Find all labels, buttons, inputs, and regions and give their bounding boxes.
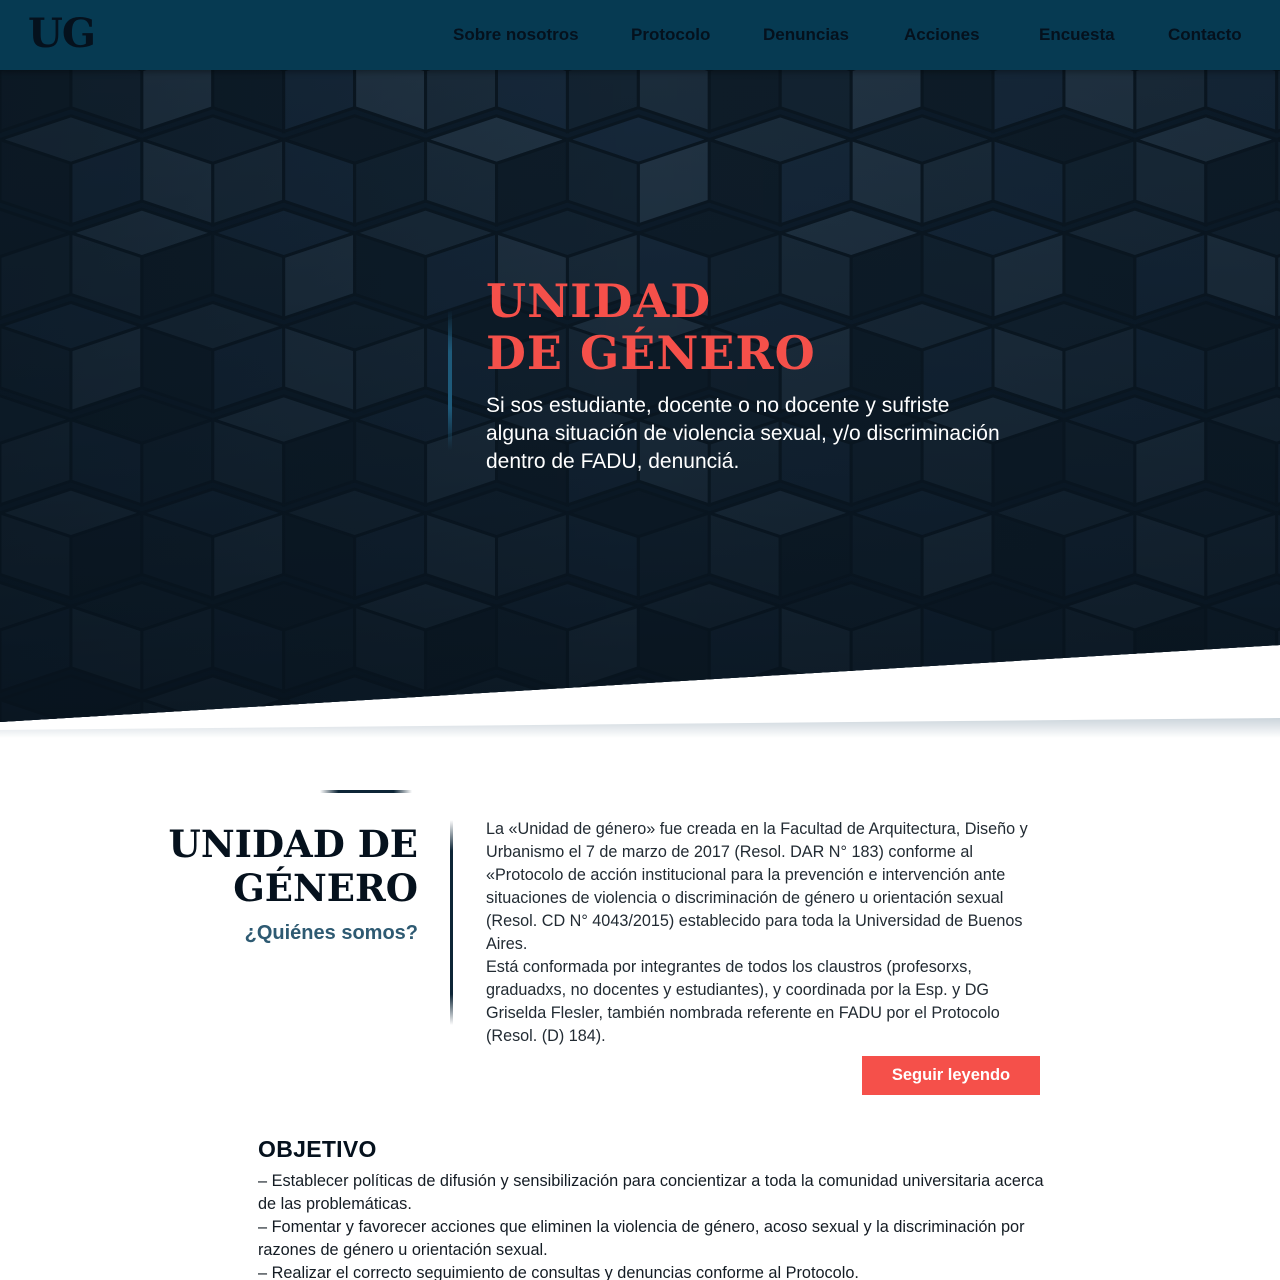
cube-face: [704, 674, 856, 722]
objective-list: – Establecer políticas de difusión y sen…: [258, 1170, 1048, 1280]
cube-face: [424, 697, 499, 722]
hero-title-line1: UNIDAD: [486, 274, 712, 328]
about-title-line2: GÉNERO: [233, 866, 418, 910]
about-title-line1: UNIDAD DE: [168, 822, 418, 866]
nav-link-encuesta[interactable]: Encuesta: [1039, 25, 1115, 45]
hero-accent-line: [448, 310, 452, 450]
cube-face: [988, 674, 1140, 722]
nav-menu: Sobre nosotros Protocolo Denuncias Accio…: [0, 0, 1280, 70]
hero-banner: UNIDAD DE GÉNERO Si sos estudiante, doce…: [0, 70, 1280, 722]
cube-face: [353, 697, 428, 722]
about-title: UNIDAD DE GÉNERO: [120, 822, 418, 910]
objective-title: OBJETIVO: [258, 1136, 377, 1162]
hero-content: UNIDAD DE GÉNERO Si sos estudiante, doce…: [0, 70, 1280, 722]
about-paragraph-2: Está conformada por integrantes de todos…: [486, 958, 1000, 1045]
about-text: La «Unidad de género» fue creada en la F…: [486, 818, 1046, 1048]
nav-link-denuncias[interactable]: Denuncias: [763, 25, 849, 45]
about-paragraph-1: La «Unidad de género» fue creada en la F…: [486, 820, 1028, 953]
list-item: – Establecer políticas de difusión y sen…: [258, 1172, 1044, 1213]
hero-title-line2: DE GÉNERO: [486, 326, 816, 380]
about-top-line: [320, 790, 412, 793]
read-more-button[interactable]: Seguir leyendo: [862, 1056, 1040, 1095]
navbar: UG Sobre nosotros Protocolo Denuncias Ac…: [0, 0, 1280, 70]
about-subtitle: ¿Quiénes somos?: [244, 922, 418, 944]
hero-title: UNIDAD DE GÉNERO: [486, 275, 1006, 379]
about-divider: [450, 820, 453, 1025]
hero-bottom-shadow: [0, 718, 1280, 738]
list-item: – Fomentar y favorecer acciones que elim…: [258, 1218, 1025, 1259]
list-item: – Realizar el correcto seguimiento de co…: [258, 1264, 859, 1280]
cube-face: [846, 674, 998, 722]
cube-face: [1130, 674, 1280, 722]
hero-subtitle: Si sos estudiante, docente o no docente …: [486, 394, 1000, 473]
nav-link-protocolo[interactable]: Protocolo: [631, 25, 710, 45]
nav-link-contacto[interactable]: Contacto: [1168, 25, 1242, 45]
nav-link-sobre-nosotros[interactable]: Sobre nosotros: [453, 25, 579, 45]
nav-link-acciones[interactable]: Acciones: [904, 25, 980, 45]
